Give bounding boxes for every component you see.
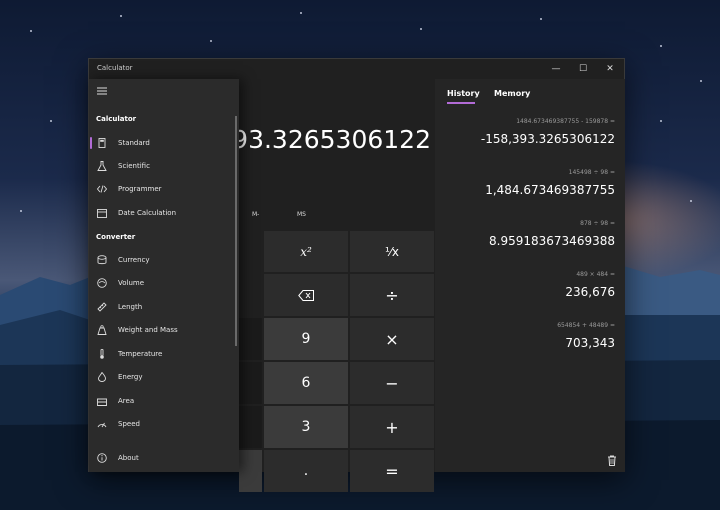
memory-subtract-button[interactable]: M- (252, 211, 259, 218)
history-expression: 654854 + 48489 = (557, 322, 615, 329)
calculator-icon (98, 138, 106, 148)
minimize-button[interactable]: — (544, 61, 568, 77)
square-label: x² (300, 244, 312, 259)
nav-header-converter: Converter (96, 233, 136, 241)
backspace-button[interactable] (264, 274, 348, 316)
nav-item-label: Temperature (118, 350, 163, 358)
nav-scrollbar[interactable] (235, 116, 237, 346)
nav-item-label: Energy (118, 373, 143, 381)
title-bar: Calculator — ☐ ✕ (89, 59, 624, 79)
decimal-button[interactable]: . (264, 450, 348, 492)
nav-item-label: Weight and Mass (118, 326, 178, 334)
history-result: 236,676 (565, 285, 615, 299)
nav-item-label: Scientific (118, 162, 150, 170)
nav-item-speed[interactable]: Speed (89, 414, 239, 434)
nav-item-label: Length (118, 303, 143, 311)
digit-8-button-partial[interactable] (239, 318, 262, 360)
nav-item-label: Date Calculation (118, 209, 177, 217)
nav-item-scientific[interactable]: Scientific (89, 156, 239, 176)
flame-icon (98, 372, 106, 382)
volume-icon (97, 278, 107, 288)
nav-item-energy[interactable]: Energy (89, 367, 239, 387)
reciprocal-button[interactable]: ⅟x (350, 231, 434, 272)
equals-label: = (385, 461, 399, 481)
nav-item-label: Standard (118, 139, 150, 147)
digit-9-button[interactable]: 9 (264, 318, 348, 360)
digit-2-button-partial[interactable] (239, 406, 262, 448)
app-title: Calculator (97, 64, 133, 72)
minus-button[interactable]: − (350, 362, 434, 404)
digit-6-button[interactable]: 6 (264, 362, 348, 404)
nav-item-about[interactable]: About (89, 448, 239, 468)
tab-memory[interactable]: Memory (494, 89, 530, 98)
digit-0-button-partial[interactable] (239, 450, 262, 492)
code-icon (97, 185, 107, 193)
nav-item-length[interactable]: Length (89, 297, 239, 317)
history-expression: 878 ÷ 98 = (580, 220, 615, 227)
history-result: 703,343 (565, 336, 615, 350)
divide-label: ÷ (385, 285, 399, 305)
currency-icon (97, 255, 107, 265)
calendar-icon (97, 209, 107, 218)
calculator-window: Calculator — ☐ ✕ 393.3265306122 M- MS x²… (88, 58, 625, 492)
tab-history-indicator (447, 102, 475, 104)
selection-indicator (90, 137, 92, 149)
memory-store-button[interactable]: MS (297, 211, 306, 218)
info-icon (97, 453, 107, 463)
digit-5-button-partial[interactable] (239, 362, 262, 404)
plus-label: + (385, 417, 399, 437)
result-display: 393.3265306122 (216, 125, 431, 154)
flask-icon (97, 161, 107, 171)
nav-item-volume[interactable]: Volume (89, 273, 239, 293)
digit-9-label: 9 (301, 331, 311, 347)
backspace-icon (298, 289, 314, 301)
nav-item-label: About (118, 454, 139, 462)
navigation-pane: Calculator Standard Scientific Programme… (89, 79, 239, 472)
minus-label: − (385, 373, 399, 393)
nav-item-temperature[interactable]: Temperature (89, 344, 239, 364)
digit-6-label: 6 (301, 375, 311, 391)
thermometer-icon (100, 349, 104, 359)
nav-item-standard[interactable]: Standard (89, 133, 239, 153)
plus-button[interactable]: + (350, 406, 434, 448)
history-expression: 489 × 484 = (576, 271, 615, 278)
history-panel: History Memory 1484.673469387755 - 15987… (435, 79, 625, 472)
history-expression: 1484.673469387755 - 159878 = (516, 118, 615, 125)
area-icon (97, 398, 107, 406)
history-result: 1,484.673469387755 (485, 183, 615, 197)
close-button[interactable]: ✕ (598, 61, 622, 77)
history-result: 8.959183673469388 (489, 234, 615, 248)
nav-header-calculator: Calculator (96, 115, 137, 123)
maximize-button[interactable]: ☐ (571, 61, 595, 77)
nav-item-programmer[interactable]: Programmer (89, 179, 239, 199)
nav-item-label: Currency (118, 256, 150, 264)
reciprocal-label: ⅟x (385, 244, 399, 259)
trash-icon[interactable] (607, 455, 617, 466)
nav-item-weight-and-mass[interactable]: Weight and Mass (89, 320, 239, 340)
multiply-label: × (385, 329, 399, 349)
square-button[interactable]: x² (264, 231, 348, 272)
nav-item-label: Programmer (118, 185, 162, 193)
decimal-label: . (303, 463, 309, 479)
equals-button[interactable]: = (350, 450, 434, 492)
weight-icon (97, 325, 107, 335)
nav-item-area[interactable]: Area (89, 391, 239, 411)
nav-item-currency[interactable]: Currency (89, 250, 239, 270)
history-expression: 145498 ÷ 98 = (568, 169, 615, 176)
hamburger-menu-icon[interactable] (97, 87, 107, 95)
digit-3-button[interactable]: 3 (264, 406, 348, 448)
history-result: -158,393.3265306122 (480, 132, 615, 146)
nav-item-label: Speed (118, 420, 140, 428)
nav-item-label: Area (118, 397, 135, 405)
speed-icon (97, 422, 107, 428)
nav-item-label: Volume (118, 279, 145, 287)
tab-history[interactable]: History (447, 89, 480, 98)
digit-3-label: 3 (301, 419, 311, 435)
nav-item-date-calculation[interactable]: Date Calculation (89, 203, 239, 223)
ruler-icon (97, 302, 107, 312)
multiply-button[interactable]: × (350, 318, 434, 360)
divide-button[interactable]: ÷ (350, 274, 434, 316)
